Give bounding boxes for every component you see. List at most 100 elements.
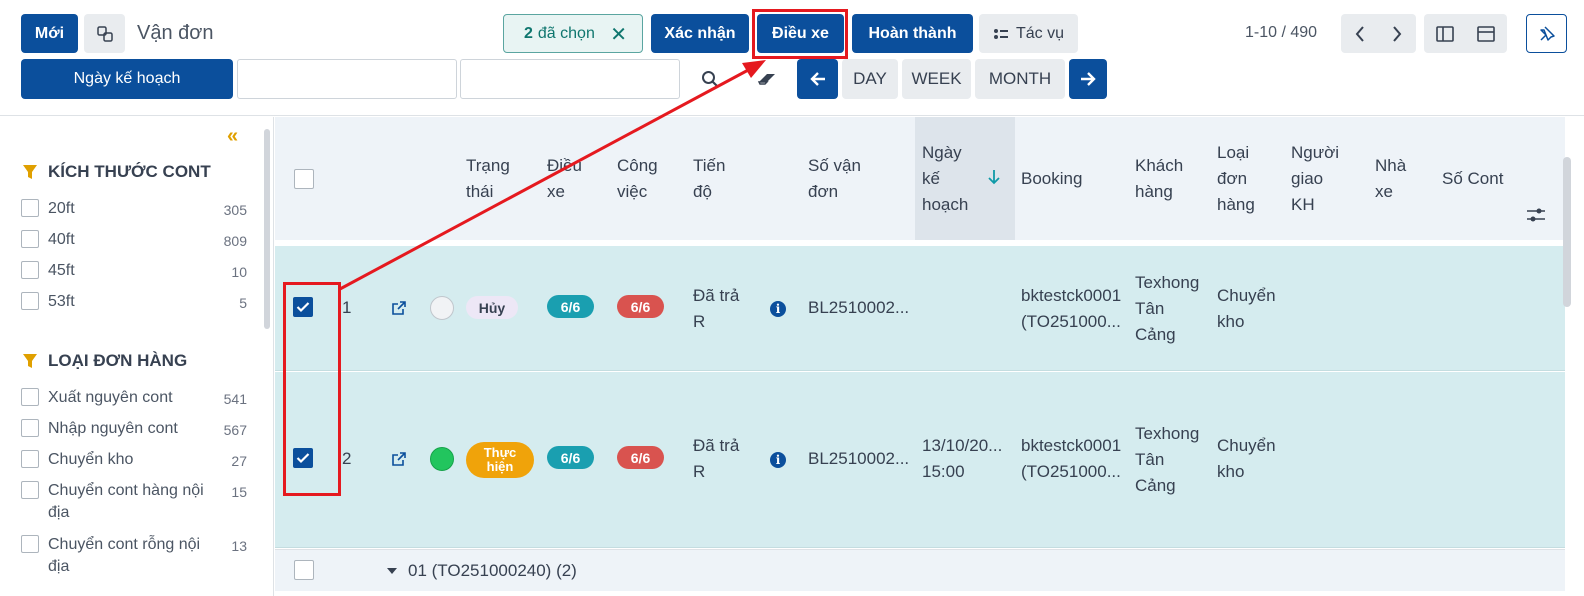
filter-item[interactable]: 45ft 10 — [21, 260, 247, 282]
action-menu-label: Tác vụ — [1015, 24, 1064, 42]
filter-item-count: 13 — [231, 538, 247, 554]
info-icon[interactable]: i — [770, 301, 786, 317]
arrow-left-icon[interactable] — [797, 59, 838, 99]
status-badge: Hủy — [466, 296, 518, 319]
group-label: 01 (TO251000240) (2) — [408, 561, 577, 580]
pager-controls — [1341, 14, 1416, 53]
filter-item[interactable]: 20ft 305 — [21, 198, 247, 220]
filter-item[interactable]: Nhập nguyên cont 567 — [21, 418, 247, 440]
dispatch-pill: 6/6 — [547, 295, 594, 318]
filter-checkbox[interactable] — [21, 450, 39, 468]
search-panel: « KÍCH THƯỚC CONT 20ft 305 40ft 809 45ft 10… — [0, 117, 274, 596]
duplicate-button[interactable] — [84, 14, 125, 53]
col-carrier[interactable]: Nhà xe — [1375, 153, 1420, 205]
list-scrollbar[interactable] — [1563, 157, 1571, 307]
table-row[interactable]: 1 Hủy 6/6 6/6 Đã trả R i BL2510002... bk… — [275, 246, 1565, 371]
col-dispatch[interactable]: Điều xe — [547, 153, 597, 205]
filter-item[interactable]: Chuyển cont rỗng nội địa 13 — [21, 534, 247, 578]
select-all-checkbox[interactable] — [294, 169, 314, 189]
filter-checkbox[interactable] — [21, 230, 39, 248]
col-progress[interactable]: Tiến độ — [693, 153, 743, 205]
filter-item-label: 20ft — [48, 200, 75, 217]
filter-item[interactable]: Chuyển cont hàng nội địa 15 — [21, 480, 247, 524]
panel-icon[interactable] — [1425, 25, 1466, 42]
filter-group-label: KÍCH THƯỚC CONT — [48, 162, 211, 181]
arrow-right-icon[interactable] — [1069, 59, 1107, 99]
filter-checkbox[interactable] — [21, 419, 39, 437]
settings-sliders-icon[interactable] — [1526, 207, 1546, 227]
state-indicator[interactable] — [430, 296, 454, 320]
dispatch-button[interactable]: Điều xe — [757, 14, 844, 53]
chevron-left-icon[interactable] — [1342, 25, 1379, 43]
action-menu-button[interactable]: Tác vụ — [979, 14, 1078, 53]
col-booking[interactable]: Booking — [1021, 166, 1101, 192]
filter-group-label: LOẠI ĐƠN HÀNG — [48, 351, 188, 370]
plan-date-field-button[interactable]: Ngày kế hoạch — [21, 59, 233, 99]
work-pill: 6/6 — [617, 446, 664, 469]
close-icon[interactable]: ✕ — [610, 22, 627, 47]
filter-item-label: Chuyển cont hàng nội địa — [48, 482, 204, 521]
row-checkbox[interactable] — [293, 297, 313, 317]
filter-group-title: KÍCH THƯỚC CONT — [22, 162, 211, 182]
external-link-icon[interactable] — [391, 451, 407, 471]
sort-down-icon[interactable] — [986, 167, 1002, 191]
group-checkbox[interactable] — [294, 560, 314, 580]
col-plan-date[interactable]: Ngày kế hoạch — [922, 140, 982, 218]
filter-item-count: 27 — [231, 453, 247, 469]
filter-item[interactable]: Chuyển kho 27 — [21, 449, 247, 471]
status-badge: Thực hiện — [466, 442, 534, 478]
order-type: Chuyển kho — [1217, 286, 1276, 331]
date-to-input[interactable] — [460, 59, 680, 99]
plan-date: 13/10/20... 15:00 — [922, 436, 1003, 481]
col-customer[interactable]: Khách hàng — [1135, 153, 1205, 205]
col-cont-number[interactable]: Số Cont — [1442, 166, 1532, 192]
filter-checkbox[interactable] — [21, 199, 39, 217]
filter-item[interactable]: 40ft 809 — [21, 229, 247, 251]
sidebar-scrollbar[interactable] — [264, 129, 270, 329]
filter-checkbox[interactable] — [21, 481, 39, 499]
eraser-icon[interactable] — [752, 62, 782, 96]
layout-icon[interactable] — [1466, 25, 1507, 42]
view-switcher — [1424, 14, 1507, 53]
filter-checkbox[interactable] — [21, 388, 39, 406]
collapse-icon[interactable]: « — [227, 125, 238, 148]
filter-item-label: 53ft — [48, 293, 75, 310]
table-header: Trạng thái Điều xe Công việc Tiến độ Số … — [275, 117, 1565, 240]
state-indicator[interactable] — [430, 447, 454, 471]
filter-checkbox[interactable] — [21, 535, 39, 553]
confirm-button[interactable]: Xác nhận — [651, 14, 749, 53]
caret-down-icon[interactable] — [386, 563, 398, 580]
filter-checkbox[interactable] — [21, 292, 39, 310]
complete-button[interactable]: Hoàn thành — [852, 14, 973, 53]
info-icon[interactable]: i — [770, 452, 786, 468]
col-order-type[interactable]: Loại đơn hàng — [1217, 140, 1272, 218]
pager-value[interactable]: 1-10 / 490 — [1245, 24, 1317, 42]
chevron-right-icon[interactable] — [1379, 25, 1416, 43]
new-button[interactable]: Mới — [21, 14, 78, 53]
col-work[interactable]: Công việc — [617, 153, 667, 205]
group-row[interactable]: 01 (TO251000240) (2) — [275, 549, 1565, 591]
date-from-input[interactable] — [237, 59, 457, 99]
table-row[interactable]: 2 Thực hiện 6/6 6/6 Đã trả R i BL2510002… — [275, 372, 1565, 548]
pin-button[interactable] — [1526, 14, 1567, 53]
filter-checkbox[interactable] — [21, 261, 39, 279]
filter-item-count: 10 — [231, 264, 247, 280]
period-day[interactable]: DAY — [842, 59, 898, 99]
external-link-icon[interactable] — [391, 300, 407, 320]
period-month[interactable]: MONTH — [975, 59, 1065, 99]
filter-item-label: Nhập nguyên cont — [48, 420, 178, 437]
period-week[interactable]: WEEK — [902, 59, 971, 99]
row-checkbox[interactable] — [293, 448, 313, 468]
bl-number: BL2510002... — [808, 449, 910, 468]
col-status[interactable]: Trạng thái — [466, 153, 526, 205]
filter-item[interactable]: 53ft 5 — [21, 291, 247, 313]
filter-item[interactable]: Xuất nguyên cont 541 — [21, 387, 247, 409]
col-bl-number[interactable]: Số vận đơn — [808, 153, 878, 205]
col-delivery-person[interactable]: Người giao KH — [1291, 140, 1351, 218]
filter-icon — [23, 165, 37, 179]
search-icon[interactable] — [695, 62, 725, 96]
filter-item-label: Xuất nguyên cont — [48, 389, 173, 406]
filter-item-count: 5 — [239, 295, 247, 311]
customer: Texhong Tân Cảng — [1135, 273, 1200, 344]
filter-item-label: 45ft — [48, 262, 75, 279]
